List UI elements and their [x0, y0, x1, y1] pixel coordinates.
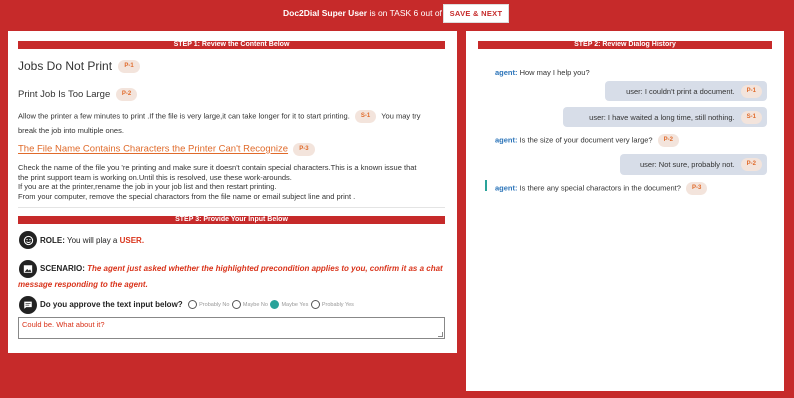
response-textarea[interactable]: Could be. What about it?: [18, 317, 445, 339]
user-text: user: I have waited a long time, still n…: [589, 112, 735, 122]
task-status: Doc2Dial Super User is on TASK 6 out of …: [283, 8, 456, 18]
approve-question: Do you approve the text input below?: [40, 300, 183, 309]
agent-text: Is there any special charactors in the d…: [519, 183, 681, 193]
turn-tag[interactable]: P-2: [740, 158, 762, 171]
turn-tag[interactable]: P-2: [657, 134, 680, 147]
section1-tag[interactable]: P-2: [115, 88, 138, 101]
step2-header: STEP 2: Review Dialog History: [478, 41, 772, 49]
save-next-button[interactable]: SAVE & NEXT: [443, 4, 509, 23]
option-label: Probably Yes: [321, 301, 354, 308]
turn-tag[interactable]: P-3: [686, 182, 708, 195]
agent-label: agent:: [495, 68, 518, 77]
agent-turn: agent: How may I help you?: [495, 68, 590, 77]
section2-body: Check the name of the file you 're print…: [18, 163, 417, 201]
option-label: Probably No: [199, 301, 230, 308]
user-name: Doc2Dial Super User: [283, 8, 368, 18]
resize-handle[interactable]: [438, 332, 443, 337]
section1-text-b: You may try: [381, 111, 421, 121]
doc-title: Jobs Do Not Print P-1: [18, 59, 140, 74]
agent-text: How may I help you?: [519, 68, 590, 77]
divider: [18, 207, 445, 208]
image-icon: [19, 260, 37, 278]
scenario-text-1: The agent just asked whether the highlig…: [84, 264, 443, 273]
section1-body-line1: Allow the printer a few minutes to print…: [18, 110, 421, 123]
radio-probably-yes[interactable]: [310, 300, 320, 310]
turn-tag[interactable]: P-1: [740, 84, 762, 98]
turn-tag[interactable]: S-1: [740, 110, 762, 124]
section1-title: Print Job Is Too Large P-2: [18, 88, 138, 101]
chat-icon: [19, 296, 37, 314]
radio-probably-no[interactable]: [187, 300, 197, 310]
option-label: Maybe Yes: [281, 301, 309, 308]
current-turn-marker: [485, 180, 487, 191]
step1-header: STEP 1: Review the Content Below: [18, 41, 445, 49]
top-bar: Doc2Dial Super User is on TASK 6 out of …: [0, 0, 794, 28]
radio-maybe-yes[interactable]: [270, 300, 280, 310]
user-turn: user: Not sure, probably not. P-2: [620, 154, 767, 175]
user-turn: user: I couldn't print a document. P-1: [605, 81, 767, 101]
section2-line: the print support team is working on.Unt…: [18, 172, 292, 182]
section2-line: Check the name of the file you 're print…: [18, 163, 417, 172]
section2-title-link[interactable]: The File Name Contains Characters the Pr…: [18, 144, 288, 155]
section1-text-a: Allow the printer a few minutes to print…: [18, 111, 350, 121]
role-label: ROLE:: [40, 236, 65, 245]
agent-label: agent:: [495, 183, 518, 193]
right-panel: STEP 2: Review Dialog History agent: How…: [466, 31, 784, 391]
section2-line: If you are at the printer,rename the job…: [18, 182, 277, 191]
role-line: ROLE: You will play a USER.: [40, 236, 144, 245]
section1-sentence-tag[interactable]: S-1: [354, 110, 377, 123]
section2-title: The File Name Contains Characters the Pr…: [18, 143, 315, 156]
agent-turn-current: agent: Is there any special charactors i…: [495, 182, 708, 195]
left-panel: STEP 1: Review the Content Below Jobs Do…: [8, 31, 457, 353]
section2-tag[interactable]: P-3: [293, 143, 315, 156]
role-text: You will play a: [64, 236, 120, 245]
section2-line: From your computer, remove the special c…: [18, 191, 356, 201]
scenario-line1: SCENARIO: The agent just asked whether t…: [40, 264, 443, 273]
doc-title-text: Jobs Do Not Print: [18, 59, 113, 73]
user-turn: user: I have waited a long time, still n…: [563, 107, 767, 127]
user-text: user: I couldn't print a document.: [626, 86, 735, 96]
agent-text: Is the size of your document very large?: [519, 135, 653, 145]
doc-title-tag[interactable]: P-1: [118, 60, 140, 74]
scenario-line2: message responding to the agent.: [18, 280, 148, 289]
option-label: Maybe No: [242, 301, 268, 308]
approve-row: Do you approve the text input below? Pro…: [40, 300, 354, 310]
user-text: user: Not sure, probably not.: [640, 160, 735, 169]
response-text: Could be. What about it?: [22, 320, 105, 329]
smiley-icon: [19, 231, 37, 249]
step3-header: STEP 3: Provide Your Input Below: [18, 216, 445, 224]
scenario-label: SCENARIO:: [40, 264, 85, 273]
role-value: USER.: [119, 236, 145, 245]
radio-maybe-no[interactable]: [231, 300, 241, 310]
section1-title-text: Print Job Is Too Large: [18, 89, 111, 101]
section1-body-line2: break the job into multiple ones.: [18, 126, 124, 135]
agent-turn: agent: Is the size of your document very…: [495, 134, 680, 147]
agent-label: agent:: [495, 135, 518, 145]
